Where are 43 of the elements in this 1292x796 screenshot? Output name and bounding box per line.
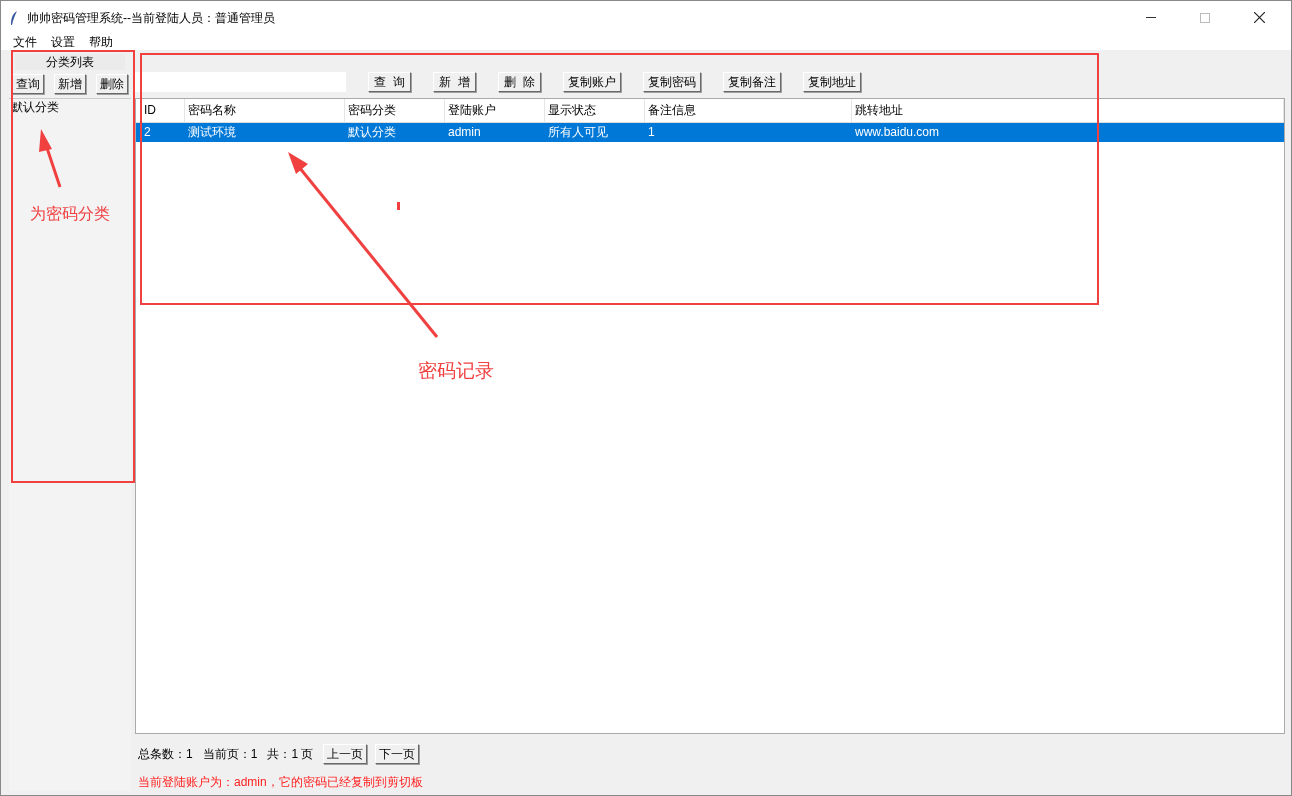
pager-info: 共：1 页: [267, 746, 314, 763]
annotation-label: 为密码分类: [30, 204, 110, 224]
menu-item[interactable]: 帮助: [89, 33, 113, 51]
toolbar-button[interactable]: 复制地址: [803, 72, 861, 92]
table-cell: 默认分类: [348, 125, 396, 139]
sidebar-button[interactable]: 查询: [12, 74, 44, 94]
toolbar-button[interactable]: 复制密码: [643, 72, 701, 92]
table-cell: 测试环境: [188, 125, 236, 139]
sidebar-button[interactable]: 新增: [54, 74, 86, 94]
sidebar-button[interactable]: 删除: [96, 74, 128, 94]
toolbar-button[interactable]: 复制备注: [723, 72, 781, 92]
column-header[interactable]: 密码名称: [185, 99, 345, 122]
column-header[interactable]: 跳转地址: [852, 99, 1284, 122]
column-header[interactable]: ID: [136, 99, 185, 122]
pager-info: 当前页：1: [202, 746, 258, 763]
status-message: 当前登陆账户为：admin，它的密码已经复制到剪切板: [137, 774, 424, 791]
annotation-arrow: [39, 129, 62, 188]
table-cell: www.baidu.com: [855, 125, 940, 139]
menu-item[interactable]: 文件: [13, 33, 37, 51]
column-header[interactable]: 显示状态: [545, 99, 645, 122]
toolbar-button[interactable]: 新 增: [433, 72, 476, 92]
pager-info: 总条数：1: [138, 746, 193, 763]
close-icon[interactable]: [1254, 12, 1265, 23]
column-header[interactable]: 备注信息: [645, 99, 852, 122]
table-cell: 2: [144, 125, 151, 139]
pager-button[interactable]: 下一页: [375, 744, 420, 764]
menu-item[interactable]: 设置: [51, 33, 75, 51]
toolbar-button[interactable]: 删 除: [498, 72, 541, 92]
column-header[interactable]: 登陆账户: [445, 99, 545, 122]
pager-button[interactable]: 上一页: [323, 744, 368, 764]
annotation-label: 密码记录: [418, 359, 494, 383]
table-cell: 1: [648, 125, 655, 139]
sidebar-title: 分类列表: [15, 54, 125, 70]
feather-icon: [9, 9, 19, 26]
search-field[interactable]: [135, 72, 346, 92]
table-cell: 所有人可见: [548, 125, 608, 139]
cursor-mark: [397, 202, 400, 210]
column-header[interactable]: 密码分类: [345, 99, 445, 122]
toolbar-button[interactable]: 复制账户: [563, 72, 621, 92]
table-cell: admin: [448, 125, 481, 139]
table-row[interactable]: 2 测试环境 默认分类 admin 所有人可见 1 www.baidu.com: [136, 123, 1284, 142]
toolbar-button[interactable]: 查 询: [368, 72, 411, 92]
window-title: 帅帅密码管理系统--当前登陆人员：普通管理员: [27, 9, 275, 27]
